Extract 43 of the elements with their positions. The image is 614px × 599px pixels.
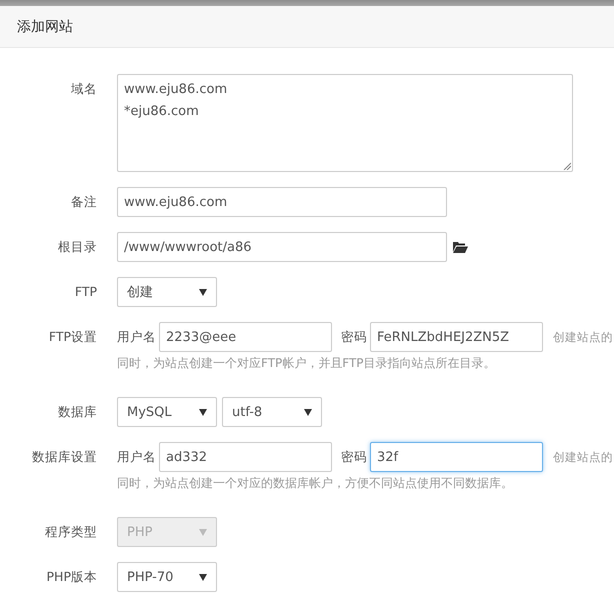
field-label: 根目录 [57, 238, 97, 256]
hint-text: 同时，为站点创建一个对应FTP帐户，并且FTP目录指向站点所在目录。 [117, 355, 497, 372]
select-dropdown[interactable]: utf-8 [222, 397, 322, 427]
select-value: PHP [127, 524, 152, 540]
field-label: 备注 [70, 193, 97, 211]
caret-icon [304, 408, 312, 416]
field-sublabel: 密码 [341, 448, 367, 466]
caret-icon [199, 408, 207, 416]
select-value: utf-8 [232, 404, 262, 420]
field-label: 数据库设置 [31, 448, 97, 466]
field-label: 程序类型 [44, 523, 97, 541]
field-label: 数据库 [57, 403, 97, 421]
field-sublabel: 用户名 [117, 328, 156, 346]
caret-icon [199, 528, 207, 536]
field-label: 域名 [70, 80, 97, 98]
select-dropdown[interactable]: 创建 [117, 277, 217, 307]
path-field[interactable]: /www/wwwroot/a86 [117, 232, 447, 262]
field-sublabel: 密码 [341, 328, 367, 346]
select-value: 创建 [127, 284, 153, 301]
domain-line: *eju86.com [124, 103, 200, 121]
select-dropdown[interactable]: PHP-70 [117, 562, 217, 592]
domain-line: www.eju86.com [124, 81, 228, 99]
username-field[interactable]: ad332 [159, 442, 332, 472]
username-field[interactable]: 2233@eee [159, 322, 332, 352]
hint-text: 同时，为站点创建一个对应的数据库帐户，方便不同站点使用不同数据库。 [117, 475, 514, 492]
caret-icon [199, 288, 207, 296]
hint-text: 创建站点的 [553, 450, 613, 464]
field-label: FTP [74, 283, 97, 299]
resize-grip-icon [563, 162, 571, 170]
select-value: MySQL [127, 404, 172, 420]
select-dropdown[interactable]: MySQL [117, 397, 217, 427]
field-label: FTP设置 [48, 328, 97, 346]
field-label: PHP版本 [46, 568, 97, 586]
select-value: PHP-70 [127, 570, 174, 584]
field-sublabel: 用户名 [117, 448, 156, 466]
password-field[interactable]: FeRNLZbdHEJ2ZN5Z [370, 322, 543, 352]
hint-text: 创建站点的 [553, 330, 613, 344]
password-field[interactable]: 32f [370, 442, 543, 472]
domain-textarea[interactable]: www.eju86.com *eju86.com [117, 74, 573, 172]
text-field[interactable]: www.eju86.com [117, 187, 447, 217]
caret-icon [199, 574, 207, 580]
dialog-title: 添加网站 [17, 18, 73, 36]
folder-icon[interactable] [453, 241, 468, 253]
